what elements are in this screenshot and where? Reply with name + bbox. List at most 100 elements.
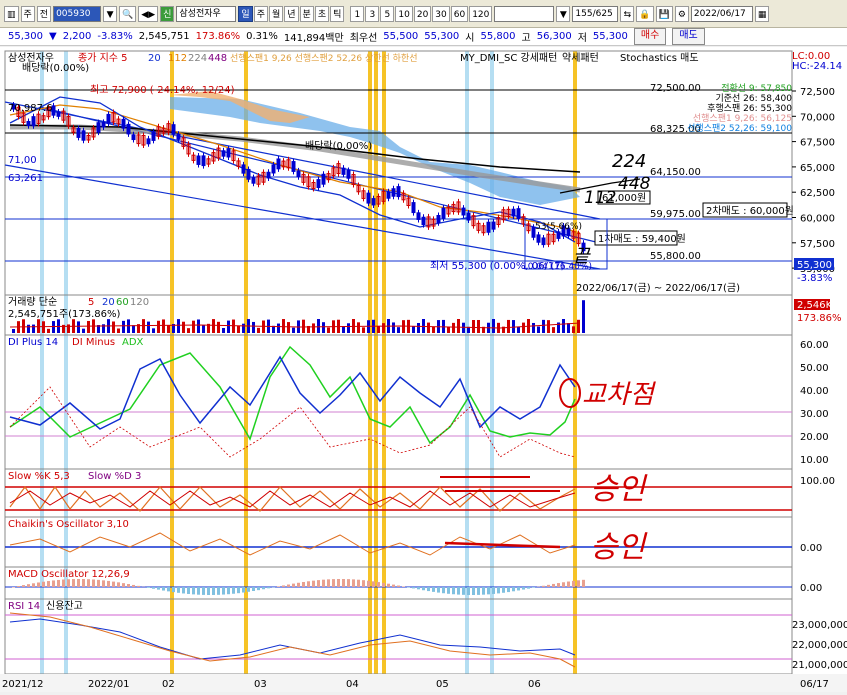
settings-icon[interactable]: ⚙	[675, 6, 689, 22]
period-button-0[interactable]: 일	[238, 6, 252, 22]
volume-bar	[222, 328, 225, 333]
macd-bar	[97, 580, 100, 587]
period-button-1[interactable]: 주	[254, 6, 268, 22]
lock-icon[interactable]: 🔒	[636, 6, 653, 22]
type-select[interactable]: 전	[37, 6, 51, 22]
volume-bar	[357, 322, 360, 333]
interval-button-30[interactable]: 30	[432, 6, 449, 22]
macd-bar	[232, 587, 235, 594]
view-icon[interactable]: ⇆	[620, 6, 634, 22]
left-price-3: 63,261	[8, 173, 43, 184]
save-icon[interactable]: 💾	[656, 6, 673, 22]
macd-bar	[202, 587, 205, 595]
toolbar: ▥ 주 전 005930 ▼ 🔍 ◀▶ 신 삼성전자우 일주월년분초틱 1351…	[0, 0, 847, 28]
period-button-4[interactable]: 분	[300, 6, 314, 22]
level-55800: 55,800.00	[650, 251, 701, 262]
macd-bar	[382, 583, 385, 587]
date-input[interactable]: 2022/06/17	[691, 6, 753, 22]
interval-button-5[interactable]: 5	[380, 6, 394, 22]
macd-bar	[482, 587, 485, 595]
level-64150: 64,150.00	[650, 167, 701, 178]
volume-bar	[232, 320, 235, 333]
credit-legend: 신용잔고	[46, 600, 83, 612]
price-legend-name: 삼성전자우	[8, 52, 54, 64]
period-button-6[interactable]: 틱	[330, 6, 344, 22]
volume-bar	[452, 323, 455, 333]
count-display: 155/625	[572, 6, 618, 22]
stock-code-input[interactable]: 005930	[53, 6, 101, 22]
price-tick-label: 62,500	[800, 188, 835, 199]
macd-bar	[57, 580, 60, 587]
sell-button[interactable]: 매도	[672, 28, 704, 45]
macd-bar	[527, 587, 530, 589]
stock-name-icon[interactable]: 신	[160, 6, 174, 22]
nav-arrows-icon[interactable]: ◀▶	[138, 6, 158, 22]
macd-bar	[347, 579, 350, 587]
highlight-column-7	[465, 51, 469, 674]
period-button-3[interactable]: 년	[284, 6, 298, 22]
candle-body	[487, 222, 490, 232]
candle-body	[77, 128, 80, 137]
macd-bar	[32, 583, 35, 587]
chart-canvas[interactable]: 배당락(0.00%) 배당락(0.00%) 최고 72,900 (-24.14%…	[0, 47, 847, 692]
macd-bar	[307, 581, 310, 587]
candle-body	[372, 199, 375, 205]
macd-bar	[87, 579, 90, 587]
macd-bar	[157, 587, 160, 590]
candle-body	[367, 193, 370, 203]
interval-button-3[interactable]: 3	[365, 6, 379, 22]
volume-bar	[342, 326, 345, 333]
interval-button-60[interactable]: 60	[451, 6, 468, 22]
volume-bar	[457, 319, 460, 333]
interval-button-1[interactable]: 1	[350, 6, 364, 22]
mode-select[interactable]: 주	[21, 6, 35, 22]
candle-body	[292, 162, 295, 172]
interval-button-20[interactable]: 20	[414, 6, 431, 22]
macd-bar	[102, 580, 105, 587]
macd-bar	[502, 587, 505, 593]
macd-bar	[512, 587, 515, 591]
ma-period-112: 112	[168, 53, 187, 64]
interval-dropdown-icon[interactable]: ▼	[556, 6, 570, 22]
x-axis-label: 2022/01	[88, 679, 130, 690]
volume-bar	[577, 320, 580, 333]
volume-bar	[507, 320, 510, 333]
candle-body	[542, 238, 545, 245]
volume-bar	[37, 319, 40, 333]
volume-value: 2,545,751주(173.86%)	[8, 309, 120, 320]
dmi-tick-label: 60.00	[800, 340, 829, 351]
volume-bar	[112, 321, 115, 333]
volume-bar	[447, 327, 450, 333]
custom-interval-input[interactable]	[494, 6, 554, 22]
search-icon[interactable]: 🔍	[119, 6, 136, 22]
macd-bar	[357, 580, 360, 587]
price-tick-label: 72,500	[800, 87, 835, 98]
interval-button-10[interactable]: 10	[395, 6, 412, 22]
candle-body	[252, 178, 255, 184]
macd-bar	[467, 587, 470, 595]
macd-bar	[137, 586, 140, 587]
ma-period-224: 224	[188, 53, 207, 64]
quote-bar: 55,300 ▼ 2,200 -3.83% 2,545,751 173.86% …	[0, 28, 847, 46]
candle-body	[247, 169, 250, 179]
volume-bar	[547, 320, 550, 333]
macd-bar	[442, 587, 445, 593]
period-button-2[interactable]: 월	[269, 6, 283, 22]
best-bid: 55,300	[424, 31, 459, 42]
interval-button-120[interactable]: 120	[469, 6, 492, 22]
vol-period-60: 60	[116, 297, 129, 308]
candle-body	[467, 213, 470, 220]
macd-bar	[37, 582, 40, 587]
candle-body	[492, 222, 495, 229]
buy-button[interactable]: 매수	[634, 28, 666, 45]
period-button-5[interactable]: 초	[315, 6, 329, 22]
candle-body	[177, 134, 180, 139]
x-axis-label: 05	[436, 679, 449, 690]
chart-type-icon[interactable]: ▥	[4, 6, 19, 22]
calendar-icon[interactable]: ▦	[755, 6, 770, 22]
candle-body	[417, 213, 420, 220]
macd-bar	[192, 587, 195, 594]
volume-bar	[552, 327, 555, 333]
chart-area[interactable]: 배당락(0.00%) 배당락(0.00%) 최고 72,900 (-24.14%…	[0, 47, 847, 692]
code-dropdown-icon[interactable]: ▼	[103, 6, 117, 22]
